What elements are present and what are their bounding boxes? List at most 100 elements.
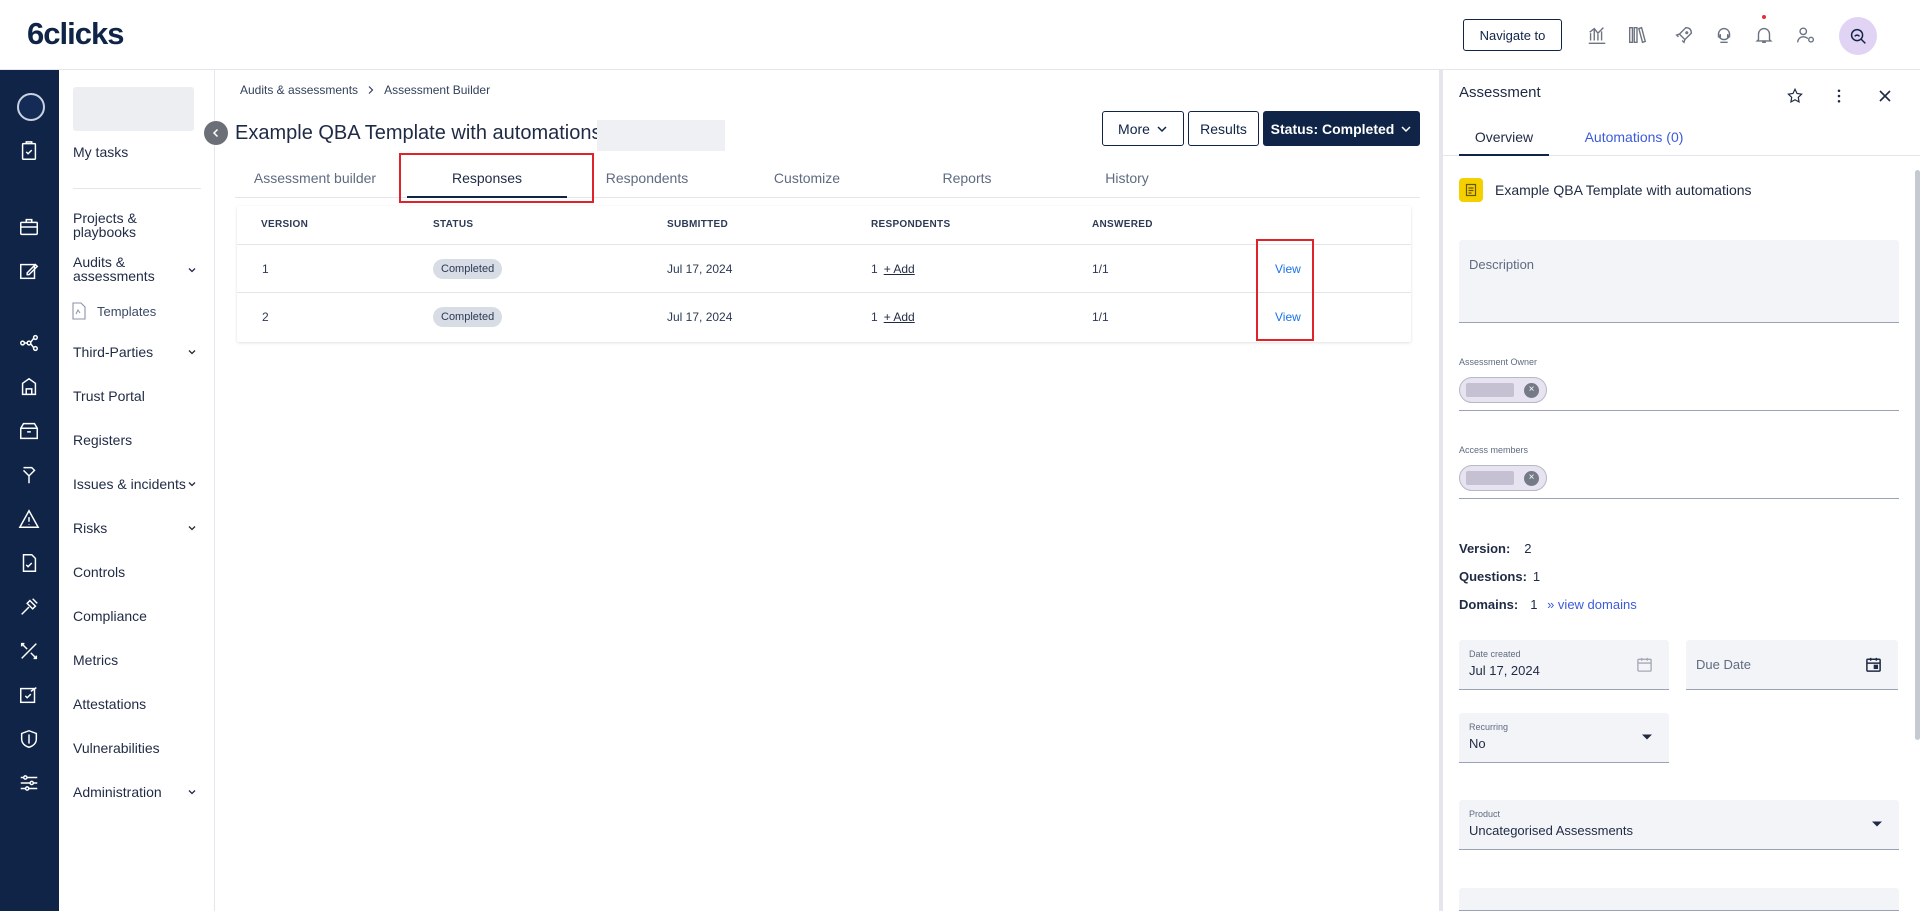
- chevron-down-icon[interactable]: [186, 346, 198, 358]
- close-icon[interactable]: [1875, 86, 1895, 106]
- add-respondent-link[interactable]: + Add: [884, 310, 915, 324]
- chevron-left-icon: [212, 128, 219, 138]
- tab-customize[interactable]: Customize: [727, 158, 887, 198]
- trust-portal-icon[interactable]: [15, 373, 43, 401]
- icon-rail: [0, 70, 59, 911]
- description-label: Description: [1469, 257, 1535, 272]
- submitted-cell: Jul 17, 2024: [667, 310, 733, 324]
- user-settings-icon[interactable]: [1793, 22, 1819, 48]
- next-field[interactable]: [1459, 888, 1899, 911]
- due-date-field[interactable]: Due Date: [1686, 640, 1898, 690]
- version-cell: 1: [262, 262, 269, 276]
- assessment-name: Example QBA Template with automations: [1495, 182, 1752, 198]
- nav-item-projects[interactable]: Projects & playbooks: [73, 211, 203, 239]
- tasks-icon[interactable]: [15, 137, 43, 165]
- nav-item-metrics[interactable]: Metrics: [73, 653, 203, 667]
- chevron-down-icon[interactable]: [186, 478, 198, 490]
- chevron-down-icon[interactable]: [186, 522, 198, 534]
- owner-chip[interactable]: ×: [1459, 377, 1547, 403]
- metrics-icon[interactable]: [15, 637, 43, 665]
- support-icon[interactable]: [1711, 22, 1737, 48]
- tab-overview[interactable]: Overview: [1459, 118, 1549, 156]
- add-respondent-link[interactable]: + Add: [884, 262, 915, 276]
- nav-item-administration[interactable]: Administration: [73, 785, 203, 799]
- nav-item-controls[interactable]: Controls: [73, 565, 203, 579]
- issues-icon[interactable]: [15, 461, 43, 489]
- panel-scrollbar[interactable]: [1915, 170, 1920, 740]
- domains-value: 1: [1530, 597, 1538, 612]
- remove-owner-icon[interactable]: ×: [1524, 382, 1539, 398]
- description-field[interactable]: Description: [1459, 240, 1899, 323]
- version-info: Version: 2: [1459, 541, 1532, 556]
- results-button-label: Results: [1200, 120, 1247, 137]
- column-header-respondents: RESPONDENTS: [871, 219, 951, 230]
- analytics-icon[interactable]: [1584, 22, 1610, 48]
- date-created-value: Jul 17, 2024: [1469, 663, 1540, 678]
- owner-chip-avatar: [1466, 383, 1514, 397]
- edit-icon[interactable]: [15, 257, 43, 285]
- date-created-label: Date created: [1469, 649, 1521, 659]
- notifications-icon[interactable]: [1751, 22, 1777, 48]
- network-icon[interactable]: [15, 329, 43, 357]
- controls-icon[interactable]: [15, 549, 43, 577]
- registers-icon[interactable]: [15, 417, 43, 445]
- status-button[interactable]: Status: Completed: [1263, 111, 1420, 146]
- profile-avatar[interactable]: [17, 93, 45, 121]
- nav-item-audits[interactable]: Audits & assessments: [73, 255, 173, 283]
- tab-reports[interactable]: Reports: [887, 158, 1047, 198]
- nav-item-vulnerabilities[interactable]: Vulnerabilities: [73, 741, 203, 755]
- table-row: 1 Completed Jul 17, 2024 1 + Add 1/1 View: [237, 244, 1411, 292]
- breadcrumb-current: Assessment Builder: [384, 83, 491, 97]
- library-icon[interactable]: [1624, 22, 1650, 48]
- app-logo[interactable]: 6clicks: [27, 16, 124, 52]
- domains-info: Domains: 1 » view domains: [1459, 597, 1637, 612]
- column-header-submitted: SUBMITTED: [667, 219, 729, 230]
- product-select[interactable]: Product Uncategorised Assessments: [1459, 800, 1899, 850]
- respondents-cell: 1 + Add: [871, 245, 915, 293]
- column-header-version: VERSION: [261, 219, 309, 230]
- view-domains-link[interactable]: » view domains: [1547, 597, 1637, 612]
- results-button[interactable]: Results: [1188, 111, 1259, 146]
- nav-item-compliance[interactable]: Compliance: [73, 609, 203, 623]
- shield-icon[interactable]: [15, 725, 43, 753]
- assessment-owner-label: Assessment Owner: [1459, 357, 1538, 367]
- tab-history[interactable]: History: [1047, 158, 1207, 198]
- chevron-down-icon[interactable]: [186, 786, 198, 798]
- questions-value: 1: [1532, 569, 1541, 584]
- recurring-select[interactable]: Recurring No: [1459, 713, 1669, 763]
- more-vert-icon[interactable]: [1829, 86, 1849, 106]
- nav-item-registers[interactable]: Registers: [73, 433, 203, 447]
- member-chip[interactable]: ×: [1459, 465, 1547, 491]
- rocket-icon[interactable]: [1671, 22, 1697, 48]
- calendar-icon[interactable]: [1865, 656, 1882, 673]
- nav-sub-templates[interactable]: Templates: [71, 302, 156, 320]
- more-button[interactable]: More: [1102, 111, 1184, 146]
- top-bar: 6clicks Navigate to: [0, 0, 1920, 70]
- page-title: Example QBA Template with automations: [235, 122, 602, 144]
- nav-item-my-tasks[interactable]: My tasks: [73, 145, 203, 159]
- nav-item-trust-portal[interactable]: Trust Portal: [73, 389, 203, 403]
- star-icon[interactable]: [1785, 86, 1805, 106]
- respondents-count: 1: [871, 310, 878, 324]
- compliance-icon[interactable]: [15, 593, 43, 621]
- risks-icon[interactable]: [15, 505, 43, 533]
- nav-item-issues[interactable]: Issues & incidents: [73, 477, 203, 491]
- nav-sub-templates-label: Templates: [97, 303, 157, 319]
- remove-member-icon[interactable]: ×: [1524, 470, 1539, 486]
- attestations-icon[interactable]: [15, 681, 43, 709]
- date-created-field[interactable]: Date created Jul 17, 2024: [1459, 640, 1669, 690]
- briefcase-icon[interactable]: [15, 213, 43, 241]
- tab-automations[interactable]: Automations (0): [1569, 118, 1699, 156]
- breadcrumb-parent[interactable]: Audits & assessments: [240, 83, 358, 97]
- navigate-to-button[interactable]: Navigate to: [1463, 19, 1562, 51]
- assessment-panel: Assessment Overview Automations (0) Exam…: [1439, 70, 1920, 911]
- collapse-nav-button[interactable]: [204, 121, 228, 145]
- administration-icon[interactable]: [15, 769, 43, 797]
- tab-assessment-builder[interactable]: Assessment builder: [235, 158, 395, 198]
- nav-item-attestations[interactable]: Attestations: [73, 697, 203, 711]
- chevron-down-icon[interactable]: [186, 264, 198, 276]
- nav-item-third-parties[interactable]: Third-Parties: [73, 345, 203, 359]
- user-avatar[interactable]: [1839, 17, 1877, 55]
- nav-item-risks[interactable]: Risks: [73, 521, 203, 535]
- questions-label: Questions:: [1459, 569, 1527, 584]
